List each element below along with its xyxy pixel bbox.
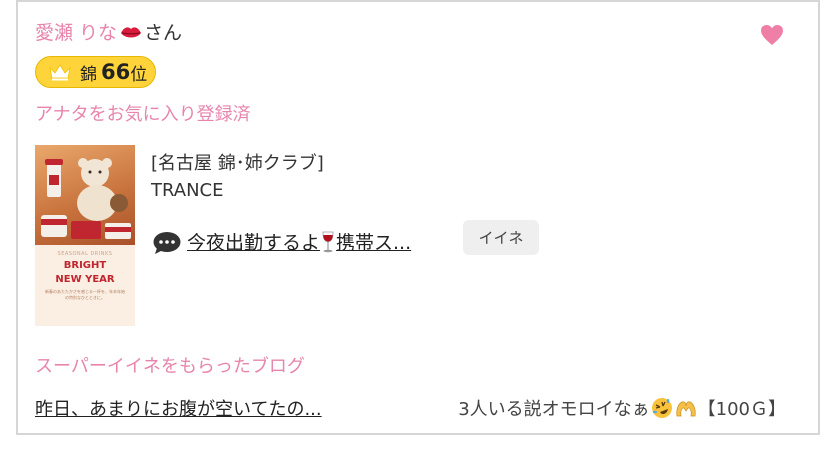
honorific: さん [144, 22, 183, 44]
rank-badge: 錦 66 位 [35, 56, 156, 88]
wine-glass-icon [322, 231, 334, 253]
comment-points: 【100Ｇ】 [697, 399, 786, 420]
post-thumbnail[interactable]: SEASONAL DRINKS BRIGHT NEW YEAR 新春のあたたかさ… [35, 145, 135, 326]
super-like-blog-link[interactable]: 昨日、あまりにお腹が空いてたの... [35, 395, 322, 421]
thumbnail-banner: SEASONAL DRINKS BRIGHT NEW YEAR 新春のあたたかさ… [35, 245, 135, 326]
shop-area: [名古屋 錦･姉クラブ] [151, 153, 324, 174]
cast-name-row[interactable]: 愛瀬 りな さん [35, 18, 182, 48]
thumbnail-title-line1: BRIGHT [63, 260, 107, 271]
post-message-part2: 携帯ス... [336, 232, 412, 254]
kiss-lips-icon [121, 27, 142, 38]
thumbnail-small-text: SEASONAL DRINKS [57, 251, 113, 257]
rank-area: 錦 [80, 64, 97, 85]
post-message-part1: 今夜出勤するよ [187, 232, 321, 254]
crown-icon [49, 64, 71, 81]
rank-suffix: 位 [130, 64, 148, 85]
rank-number: 66 [101, 60, 131, 84]
favorite-status-text: アナタをお気に入り登録済 [35, 104, 251, 125]
rolling-laughing-icon [651, 398, 672, 418]
heart-hands-icon [676, 401, 696, 417]
heart-icon[interactable] [760, 24, 784, 46]
super-like-section-title: スーパーイイネをもらったブログ [35, 356, 305, 377]
cast-name[interactable]: 愛瀬 りな [35, 22, 117, 44]
shop-name[interactable]: TRANCE [151, 180, 224, 201]
thumbnail-caption: 新春のあたたかさを感じる一杯を、年末年始の特別なひとときに。 [45, 289, 125, 300]
thumbnail-title-line2: NEW YEAR [55, 274, 115, 285]
post-message-link[interactable]: 今夜出勤するよ 携帯ス... [187, 228, 411, 255]
thumbnail-photo [35, 145, 135, 245]
comment-text: 3人いる説オモロイなぁ [458, 399, 650, 420]
super-like-comment: 3人いる説オモロイなぁ 【100Ｇ】 [458, 395, 786, 421]
like-button[interactable]: イイネ [463, 220, 539, 255]
speech-bubble-icon [153, 232, 181, 254]
